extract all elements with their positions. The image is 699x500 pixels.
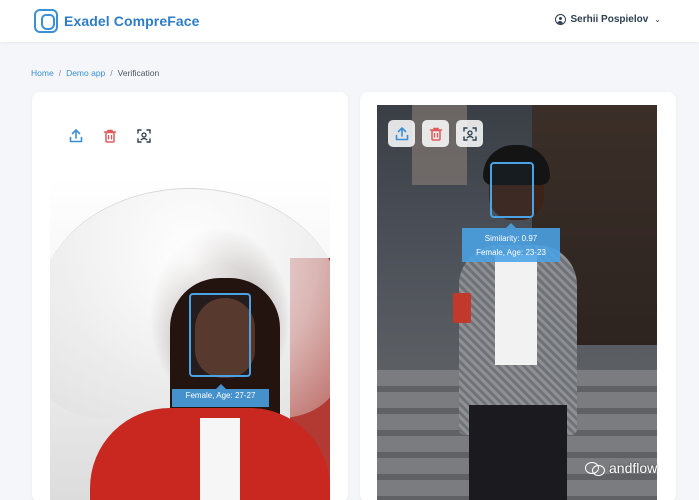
user-circle-icon: [555, 14, 567, 25]
face-attributes-label: Female, Age: 27-27: [172, 384, 269, 407]
watermark: andflow: [585, 460, 657, 476]
app-name: Exadel CompreFace: [64, 13, 200, 29]
face-scan-icon: [462, 126, 477, 141]
delete-icon: [429, 127, 442, 141]
user-menu[interactable]: Serhii Pospielov ⌄: [555, 14, 661, 25]
target-toolbar: [388, 120, 483, 147]
breadcrumb-current: Verification: [117, 68, 160, 78]
breadcrumb: Home / Demo app / Verification: [31, 68, 159, 78]
watermark-text: andflow: [609, 460, 658, 476]
top-header: Exadel CompreFace Serhii Pospielov ⌄: [0, 0, 699, 42]
breadcrumb-home[interactable]: Home: [31, 68, 54, 78]
photo-coffee-cup: [453, 293, 471, 323]
upload-button[interactable]: [388, 120, 415, 147]
face-attributes-text: Female, Age: 23-23: [476, 248, 546, 257]
upload-button[interactable]: [62, 122, 89, 149]
similarity-score: Similarity: 0.97: [484, 234, 538, 243]
face-scan-icon: [136, 128, 151, 143]
face-detection-box: [490, 162, 534, 218]
upload-icon: [69, 128, 82, 142]
face-detection-box: [189, 293, 251, 377]
app-logo[interactable]: Exadel CompreFace: [34, 9, 200, 33]
photo-person-shirt: [200, 418, 240, 500]
user-name: Serhii Pospielov: [570, 14, 649, 25]
delete-button[interactable]: [96, 122, 123, 149]
face-logo-icon: [34, 9, 58, 33]
breadcrumb-demo-app[interactable]: Demo app: [66, 68, 105, 78]
wechat-icon: [585, 460, 605, 476]
photo-person-pants: [469, 405, 567, 500]
face-scan-button[interactable]: [456, 120, 483, 147]
face-attributes-text: Female, Age: 27-27: [185, 391, 256, 400]
delete-button[interactable]: [422, 120, 449, 147]
face-attributes-label: Similarity: 0.97 Female, Age: 23-23: [462, 223, 560, 262]
photo-person-shirt: [495, 255, 537, 365]
face-scan-button[interactable]: [130, 122, 157, 149]
breadcrumb-separator: /: [110, 68, 113, 78]
delete-icon: [103, 129, 116, 143]
upload-icon: [395, 126, 408, 140]
breadcrumb-separator: /: [58, 68, 62, 78]
source-toolbar: [62, 122, 157, 149]
chevron-down-icon[interactable]: ⌄: [654, 15, 661, 24]
